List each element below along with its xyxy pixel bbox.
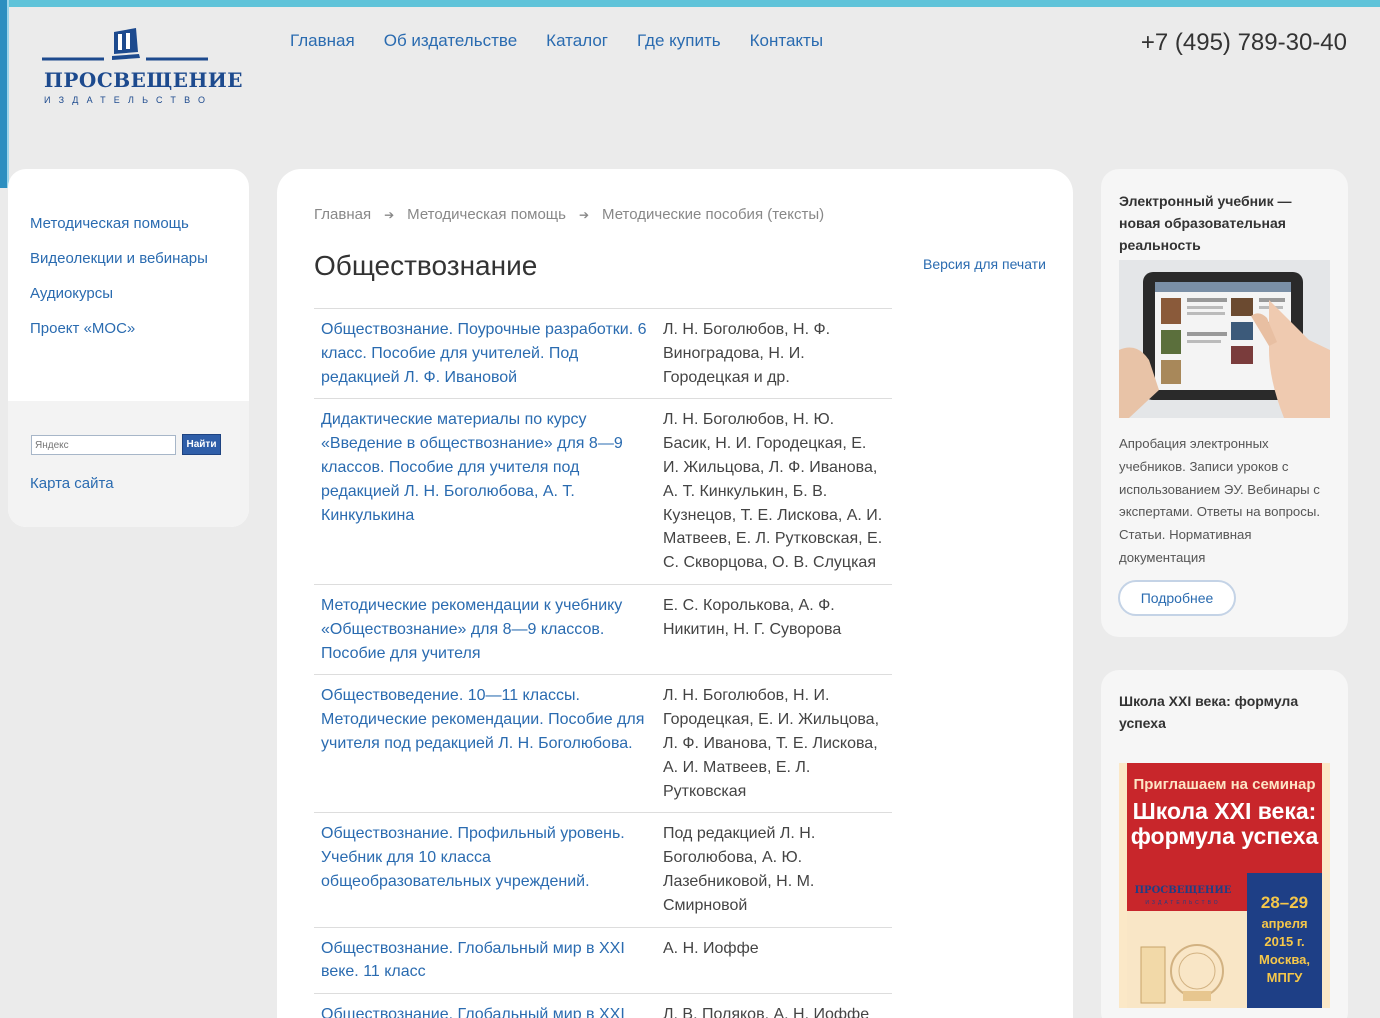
table-row: Обществознание. Глобальный мир в XXI век… xyxy=(314,993,892,1018)
print-version-link[interactable]: Версия для печати xyxy=(923,256,1046,272)
book-authors: Под редакцией Л. Н. Боголюбова, А. Ю. Ла… xyxy=(655,812,892,928)
poster-invite-text: Приглашаем на семинар xyxy=(1133,776,1316,793)
book-authors: Е. С. Королькова, А. Ф. Никитин, Н. Г. С… xyxy=(655,583,892,675)
book-authors: Л. Н. Боголюбов, Н. Ф. Виноградова, Н. И… xyxy=(655,307,892,399)
sidebar-item-video-lectures[interactable]: Видеолекции и вебинары xyxy=(30,250,208,267)
school-seminar-card: Школа XXI века: формула успеха Приглашае… xyxy=(1101,670,1348,1018)
card-description: Апробация электронных учебников. Записи … xyxy=(1119,436,1320,565)
nav-home[interactable]: Главная xyxy=(290,31,355,51)
book-title-link[interactable]: Обществознание. Профильный уровень. Учеб… xyxy=(314,812,655,928)
more-button[interactable]: Подробнее xyxy=(1118,580,1236,616)
book-title-link[interactable]: Обществознание. Поурочные разработки. 6 … xyxy=(314,307,655,399)
left-sidebar: Методическая помощь Видеолекции и вебина… xyxy=(8,169,249,527)
book-authors: Л. Н. Боголюбов, Н. И. Городецкая, Е. И.… xyxy=(655,674,892,813)
table-row: Методические рекомендации к учебнику «Об… xyxy=(314,583,892,675)
sidebar-item-methodical-help[interactable]: Методическая помощь xyxy=(30,215,208,232)
poster-title-text: Школа XXI века: формула успеха xyxy=(1130,798,1319,849)
nav-about[interactable]: Об издательстве xyxy=(384,31,517,51)
nav-catalog[interactable]: Каталог xyxy=(546,31,608,51)
top-navigation: Главная Об издательстве Каталог Где купи… xyxy=(290,31,852,51)
breadcrumb: Главная ➔ Методическая помощь ➔ Методиче… xyxy=(314,206,824,223)
nav-where-to-buy[interactable]: Где купить xyxy=(637,31,721,51)
logo-name: ПРОСВЕЩЕНИЕ xyxy=(44,68,244,92)
sidebar-search-area: Найти Карта сайта xyxy=(8,401,249,527)
left-accent-line xyxy=(7,0,9,188)
search-button[interactable]: Найти xyxy=(182,434,221,455)
table-row: Дидактические материалы по курсу «Введен… xyxy=(314,398,892,585)
book-authors: А. Н. Иоффе xyxy=(655,926,892,994)
sidebar-menu: Методическая помощь Видеолекции и вебина… xyxy=(30,215,208,355)
logo-emblem-icon xyxy=(42,28,208,61)
poster-place: апреля 2015 г. Москва, МПГУ xyxy=(1259,916,1310,985)
sitemap-link[interactable]: Карта сайта xyxy=(30,475,114,492)
books-table: Обществознание. Поурочные разработки. 6 … xyxy=(314,307,892,1018)
breadcrumb-arrow-icon: ➔ xyxy=(578,207,590,222)
poster-brand-sub: ИЗДАТЕЛЬСТВО xyxy=(1145,900,1221,906)
breadcrumb-home[interactable]: Главная xyxy=(314,206,371,223)
left-accent-bar xyxy=(0,0,7,188)
book-title-link[interactable]: Обществознание. Глобальный мир в XXI век… xyxy=(314,993,655,1018)
book-title-link[interactable]: Обществознание. Глобальный мир в XXI век… xyxy=(314,926,655,994)
sidebar-item-mos-project[interactable]: Проект «МОС» xyxy=(30,320,208,337)
card-title[interactable]: Школа XXI века: формула успеха xyxy=(1119,690,1334,734)
seminar-poster[interactable]: Приглашаем на семинар Школа XXI века: фо… xyxy=(1119,763,1330,1008)
table-row: Обществоведение. 10—11 классы. Методичес… xyxy=(314,674,892,813)
poster-brand: ПРОСВЕЩЕНИЕ xyxy=(1134,885,1232,896)
main-content: Главная ➔ Методическая помощь ➔ Методиче… xyxy=(277,169,1073,1018)
phone-number: +7 (495) 789-30-40 xyxy=(1140,29,1347,56)
card-title[interactable]: Электронный учебник — новая образователь… xyxy=(1119,190,1334,256)
book-title-link[interactable]: Дидактические материалы по курсу «Введен… xyxy=(314,398,655,585)
book-title-link[interactable]: Методические рекомендации к учебнику «Об… xyxy=(314,583,655,675)
book-authors: Л. Н. Боголюбов, Н. Ю. Басик, Н. И. Горо… xyxy=(655,398,892,585)
sidebar-item-audio-courses[interactable]: Аудиокурсы xyxy=(30,285,208,302)
breadcrumb-current[interactable]: Методические пособия (тексты) xyxy=(602,206,824,223)
logo-subtitle: ИЗДАТЕЛЬСТВО xyxy=(44,95,214,105)
tablet-hand-illustration xyxy=(1119,260,1330,418)
breadcrumb-arrow-icon: ➔ xyxy=(384,207,395,222)
top-accent-strip xyxy=(0,0,1380,7)
nav-contacts[interactable]: Контакты xyxy=(750,31,823,51)
page-title: Обществознание xyxy=(314,250,538,281)
table-row: Обществознание. Поурочные разработки. 6 … xyxy=(314,307,892,399)
breadcrumb-methodical-help[interactable]: Методическая помощь xyxy=(407,206,566,223)
publisher-logo[interactable]: ПРОСВЕЩЕНИЕ ИЗДАТЕЛЬСТВО xyxy=(42,28,243,113)
tablet-image[interactable] xyxy=(1119,260,1330,418)
book-title-link[interactable]: Обществоведение. 10—11 классы. Методичес… xyxy=(314,674,655,813)
table-row: Обществознание. Профильный уровень. Учеб… xyxy=(314,812,892,928)
table-row: Обществознание. Глобальный мир в XXI век… xyxy=(314,926,892,994)
search-input[interactable] xyxy=(31,435,176,455)
e-textbook-card: Электронный учебник — новая образователь… xyxy=(1101,169,1348,637)
book-authors: Л. В. Поляков, А. Н. Иоффе xyxy=(655,993,892,1018)
poster-dates: 28–29 xyxy=(1260,893,1309,912)
poster-book-illustration xyxy=(1140,944,1224,1004)
